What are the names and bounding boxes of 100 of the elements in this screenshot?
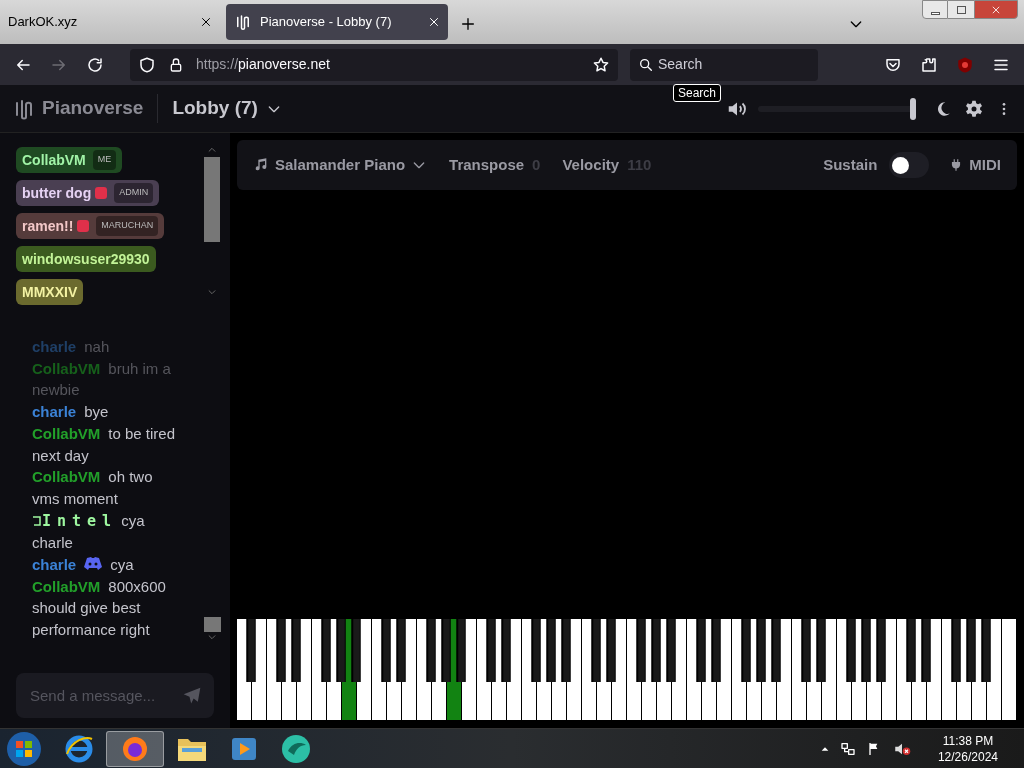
piano-key[interactable] bbox=[432, 619, 446, 720]
user-chip[interactable]: windowsuser29930 bbox=[16, 246, 156, 272]
sustain-toggle[interactable] bbox=[889, 152, 930, 178]
search-field[interactable]: Search bbox=[630, 48, 818, 81]
chat-message: CollabVM 800x600 should give best performance right bbox=[32, 576, 167, 641]
piano-key[interactable] bbox=[912, 619, 926, 720]
piano-key[interactable] bbox=[477, 619, 491, 720]
cursor-icon bbox=[32, 513, 42, 528]
browser-globe-icon[interactable] bbox=[64, 733, 94, 764]
clock[interactable]: 11:38 PM 12/26/2024 bbox=[937, 732, 998, 765]
user-chip[interactable]: MMXXIV bbox=[16, 279, 84, 305]
piano-key[interactable] bbox=[372, 619, 386, 720]
piano-key[interactable] bbox=[402, 619, 416, 720]
piano-key[interactable] bbox=[507, 619, 521, 720]
role-tag: ME bbox=[92, 150, 117, 170]
game-controller-icon bbox=[84, 557, 103, 572]
piano-key[interactable] bbox=[867, 619, 881, 720]
piano-key[interactable] bbox=[837, 619, 851, 720]
scrollbar[interactable] bbox=[202, 145, 222, 297]
network-icon[interactable] bbox=[839, 740, 856, 757]
piano-key[interactable] bbox=[357, 619, 371, 720]
reload-icon[interactable] bbox=[86, 55, 104, 74]
piano-key[interactable] bbox=[702, 619, 716, 720]
browser-tab[interactable]: Pianoverse - Lobby (7) bbox=[226, 4, 448, 40]
piano-key[interactable] bbox=[642, 619, 656, 720]
url-text: https://pianoverse.net bbox=[196, 55, 331, 74]
chat-message: charle nah bbox=[32, 337, 111, 357]
piano-key[interactable] bbox=[582, 619, 596, 720]
close-icon[interactable] bbox=[428, 16, 440, 28]
midi-button[interactable]: MIDI bbox=[949, 153, 1001, 177]
piano-key[interactable] bbox=[897, 619, 911, 720]
browser-tab[interactable]: DarkOK.xyz bbox=[0, 4, 220, 40]
piano-key[interactable] bbox=[747, 619, 761, 720]
piano-key[interactable] bbox=[567, 619, 581, 720]
piano-key[interactable] bbox=[822, 619, 836, 720]
music-note-icon bbox=[253, 157, 269, 173]
piano-key[interactable] bbox=[672, 619, 686, 720]
user-chip[interactable]: ramen!! MARUCHAN bbox=[16, 213, 165, 239]
piano-key[interactable] bbox=[852, 619, 866, 720]
start-button[interactable] bbox=[6, 730, 42, 767]
tooltip: Search bbox=[673, 84, 722, 102]
piano-key[interactable] bbox=[237, 619, 251, 720]
piano-key[interactable] bbox=[657, 619, 671, 720]
new-tab-icon[interactable] bbox=[460, 16, 476, 32]
piano-key[interactable] bbox=[327, 619, 341, 720]
piano-key[interactable] bbox=[762, 619, 776, 720]
piano-key[interactable] bbox=[597, 619, 611, 720]
piano-key[interactable] bbox=[927, 619, 941, 720]
piano-key[interactable] bbox=[972, 619, 986, 720]
piano-key[interactable] bbox=[732, 619, 746, 720]
piano-key[interactable] bbox=[492, 619, 506, 720]
piano-key[interactable] bbox=[462, 619, 476, 720]
shield-extension-icon[interactable] bbox=[956, 55, 974, 74]
piano-key[interactable] bbox=[537, 619, 551, 720]
piano-key[interactable] bbox=[882, 619, 896, 720]
role-tag: MARUCHAN bbox=[96, 216, 159, 236]
piano-key[interactable] bbox=[252, 619, 266, 720]
piano-key[interactable] bbox=[777, 619, 791, 720]
piano-key[interactable] bbox=[552, 619, 566, 720]
piano-key[interactable] bbox=[717, 619, 731, 720]
slider-thumb[interactable] bbox=[910, 97, 916, 120]
bookmark-star-icon[interactable] bbox=[592, 55, 610, 74]
send-button[interactable] bbox=[170, 673, 214, 718]
piano-key[interactable] bbox=[627, 619, 641, 720]
maximize-button[interactable] bbox=[948, 0, 974, 19]
chat-message: charle bye bbox=[32, 402, 110, 423]
user-chip[interactable]: butter dog ADMIN bbox=[16, 180, 160, 206]
chevron-down-icon bbox=[206, 632, 218, 642]
room-selector[interactable]: Lobby (7) bbox=[172, 94, 282, 123]
address-bar[interactable]: https://pianoverse.net bbox=[130, 48, 618, 81]
piano-key[interactable] bbox=[297, 619, 311, 720]
user-chip[interactable]: CollabVM ME bbox=[16, 147, 123, 173]
piano-key[interactable] bbox=[387, 619, 401, 720]
sustain-label: Sustain bbox=[823, 154, 878, 175]
piano-key[interactable] bbox=[267, 619, 281, 720]
app-icon[interactable] bbox=[280, 732, 312, 765]
piano-key[interactable] bbox=[522, 619, 536, 720]
chat-message: charle cya bbox=[32, 555, 135, 576]
taskbar-button[interactable] bbox=[106, 730, 164, 767]
extensions-icon[interactable] bbox=[920, 55, 938, 74]
chevron-up-icon bbox=[206, 145, 218, 155]
close-icon[interactable] bbox=[200, 16, 212, 28]
brand-name: Pianoverse bbox=[42, 94, 159, 123]
piano-key[interactable] bbox=[312, 619, 326, 720]
piano-key[interactable] bbox=[957, 619, 971, 720]
piano-key[interactable] bbox=[687, 619, 701, 720]
piano-key[interactable] bbox=[792, 619, 806, 720]
instrument-dropdown[interactable]: Salamander Piano bbox=[253, 153, 428, 177]
settings-icon[interactable] bbox=[964, 98, 984, 119]
piano-key[interactable] bbox=[417, 619, 431, 720]
piano-key[interactable] bbox=[612, 619, 626, 720]
minimize-button[interactable] bbox=[922, 0, 948, 19]
piano-key[interactable] bbox=[987, 619, 1001, 720]
message-input[interactable]: Send a message... bbox=[16, 673, 170, 718]
volume-slider[interactable] bbox=[758, 97, 916, 120]
close-icon bbox=[991, 4, 1001, 15]
search-icon bbox=[638, 56, 654, 73]
piano-key[interactable] bbox=[282, 619, 296, 720]
piano-key[interactable] bbox=[807, 619, 821, 720]
piano-key[interactable] bbox=[942, 619, 956, 720]
